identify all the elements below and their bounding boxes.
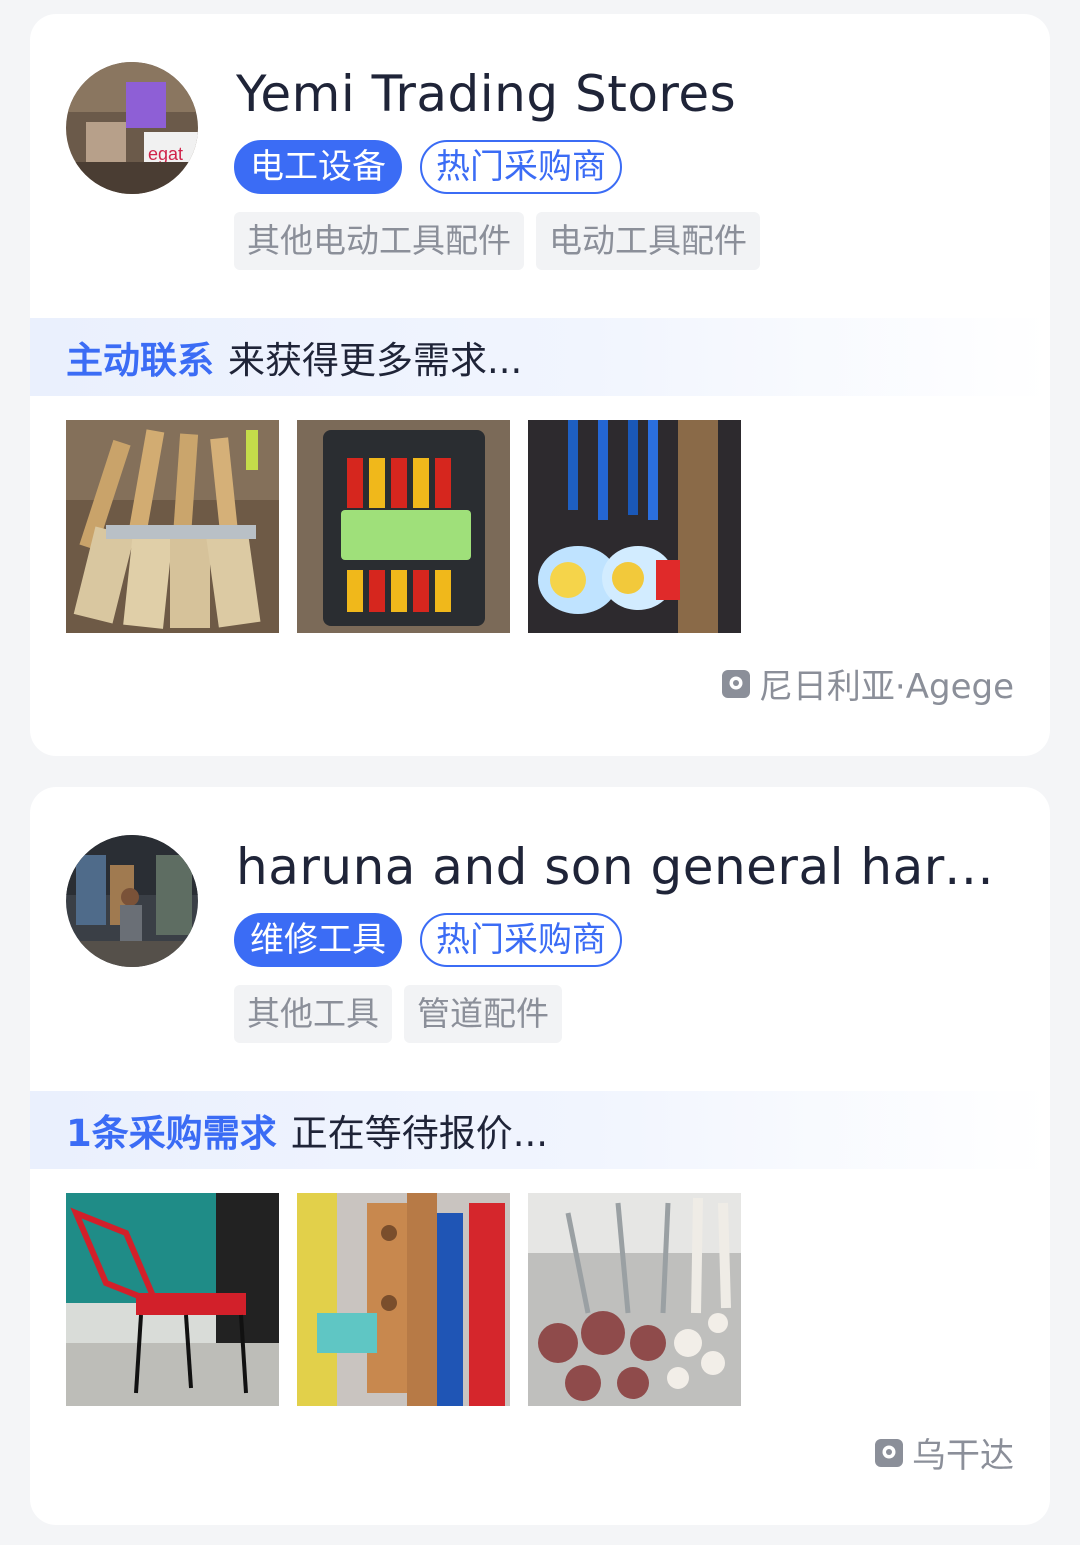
contact-banner[interactable]: 主动联系 来获得更多需求... xyxy=(30,318,1050,396)
paint-rollers-photo[interactable] xyxy=(528,420,741,633)
category-tag: 其他电动工具配件 xyxy=(234,212,524,270)
purchase-request-highlight[interactable]: 1条采购需求 xyxy=(66,1103,277,1157)
svg-text:egat: egat xyxy=(148,144,183,164)
store-avatar[interactable] xyxy=(66,835,198,967)
store-name[interactable]: Yemi Trading Stores xyxy=(236,62,1020,126)
tag-row: 电工设备 热门采购商 xyxy=(234,140,622,194)
store-avatar[interactable]: egat xyxy=(66,62,198,194)
contact-banner-text: 来获得更多需求... xyxy=(228,339,523,382)
pipes-photo[interactable] xyxy=(528,1193,741,1406)
purchase-request-text: 正在等待报价... xyxy=(290,1112,549,1155)
red-chair-photo[interactable] xyxy=(66,1193,279,1406)
hot-buyer-badge: 热门采购商 xyxy=(420,913,622,967)
location-text: 尼日利亚·Agege xyxy=(758,667,1014,707)
industry-tag: 维修工具 xyxy=(234,913,402,967)
location-pin-icon xyxy=(875,1438,903,1467)
location-pin-icon xyxy=(721,669,750,698)
screwdriver-set-photo[interactable] xyxy=(297,420,510,633)
purchase-request-banner[interactable]: 1条采购需求 正在等待报价... xyxy=(30,1091,1050,1169)
category-tags: 其他电动工具配件 电动工具配件 xyxy=(234,212,760,270)
paint-brushes-photo[interactable] xyxy=(66,420,279,633)
location-text: 乌干达 xyxy=(912,1436,1014,1476)
category-tag: 其他工具 xyxy=(234,985,392,1043)
store-location: 乌干达 xyxy=(874,1428,1014,1477)
store-name[interactable]: haruna and son general hard... xyxy=(236,835,1020,899)
category-tag: 电动工具配件 xyxy=(536,212,760,270)
product-photos xyxy=(66,420,741,633)
hardware-shelf-photo[interactable] xyxy=(297,1193,510,1406)
hot-buyer-badge: 热门采购商 xyxy=(420,140,622,194)
store-card[interactable]: haruna and son general hard... 维修工具 热门采购… xyxy=(30,787,1050,1525)
store-card[interactable]: egat Yemi Trading Stores 电工设备 热门采购商 其他电动… xyxy=(30,14,1050,756)
product-photos xyxy=(66,1193,741,1406)
contact-banner-highlight[interactable]: 主动联系 xyxy=(66,330,214,384)
industry-tag: 电工设备 xyxy=(234,140,402,194)
category-tags: 其他工具 管道配件 xyxy=(234,985,562,1043)
tag-row: 维修工具 热门采购商 xyxy=(234,913,622,967)
store-location: 尼日利亚·Agege xyxy=(721,659,1014,708)
category-tag: 管道配件 xyxy=(404,985,562,1043)
